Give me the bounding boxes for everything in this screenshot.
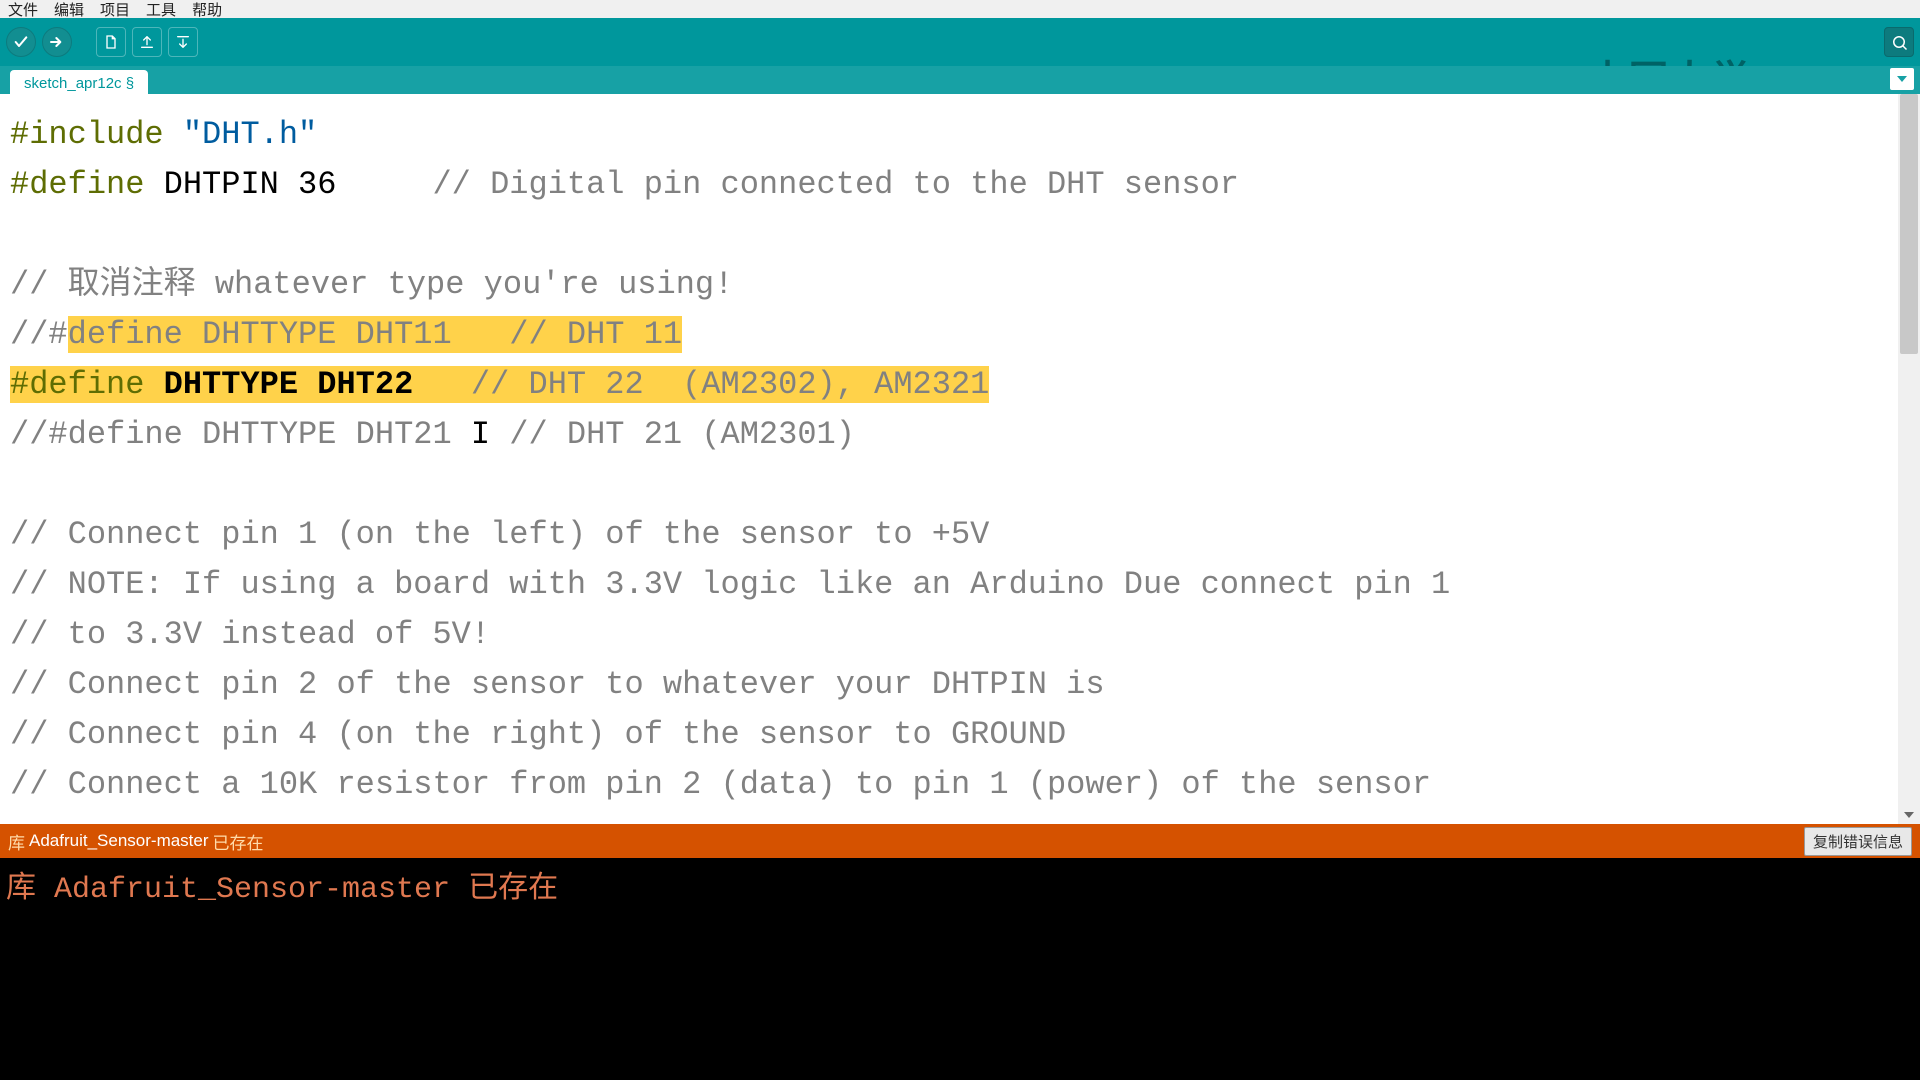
code-editor[interactable]: #include "DHT.h" #define DHTPIN 36 // Di… [0,94,1920,824]
open-button[interactable] [132,27,162,57]
code-highlight: define DHTTYPE DHT11 // DHT 11 [68,316,683,353]
code-token: // to 3.3V instead of 5V! [10,616,490,653]
tab-menu-button[interactable] [1890,68,1914,90]
code-token: //#define DHTTYPE DHT21 [10,416,471,453]
code-token: // 取消注释 whatever type you're using! [10,266,733,303]
new-button[interactable] [96,27,126,57]
code-token: #define [10,366,144,403]
scroll-down-icon[interactable] [1898,806,1920,824]
save-button[interactable] [168,27,198,57]
menu-file[interactable]: 文件 [4,0,42,20]
tab-bar: sketch_apr12c § [0,66,1920,94]
scroll-thumb[interactable] [1900,94,1918,354]
vertical-scrollbar[interactable] [1898,94,1920,824]
menu-edit[interactable]: 编辑 [50,0,88,20]
code-token: #define [10,166,144,203]
code-token: // Connect pin 1 (on the left) of the se… [10,516,989,553]
code-token: // DHT 22 (AM2302), AM2321 [471,366,989,403]
tab-sketch[interactable]: sketch_apr12c § [10,70,148,94]
menu-tools[interactable]: 工具 [142,0,180,20]
code-token: DHTPIN 36 [144,166,432,203]
code-token: // NOTE: If using a board with 3.3V logi… [10,566,1450,603]
code-token: //# [10,316,68,353]
status-bar: 库 Adafruit_Sensor-master 已存在 复制错误信息 [0,824,1920,858]
status-library: Adafruit_Sensor-master [29,831,209,851]
code-token: DHTTYPE DHT22 [144,366,470,403]
toolbar: 中国大学MOOC [0,18,1920,66]
code-token: // DHT 21 (AM2301) [490,416,855,453]
verify-button[interactable] [6,27,36,57]
editor-area: #include "DHT.h" #define DHTPIN 36 // Di… [0,94,1920,824]
status-suffix: 已存在 [213,829,264,854]
serial-monitor-button[interactable] [1884,27,1914,57]
menu-sketch[interactable]: 项目 [96,0,134,20]
status-prefix: 库 [8,829,25,854]
console-line: 库 Adafruit_Sensor-master 已存在 [6,872,1914,908]
code-token: // Connect pin 4 (on the right) of the s… [10,716,1066,753]
copy-error-button[interactable]: 复制错误信息 [1804,827,1912,856]
code-token: // Connect a 10K resistor from pin 2 (da… [10,766,1431,803]
code-token: // Connect pin 2 of the sensor to whatev… [10,666,1105,703]
menu-bar: 文件 编辑 项目 工具 帮助 [0,0,1920,18]
upload-button[interactable] [42,27,72,57]
console-output[interactable]: 库 Adafruit_Sensor-master 已存在 [0,858,1920,1080]
text-cursor: I [471,410,490,460]
code-token: // Digital pin connected to the DHT sens… [432,166,1239,203]
code-token: "DHT.h" [164,116,318,153]
menu-help[interactable]: 帮助 [188,0,226,20]
code-token: #include [10,116,164,153]
